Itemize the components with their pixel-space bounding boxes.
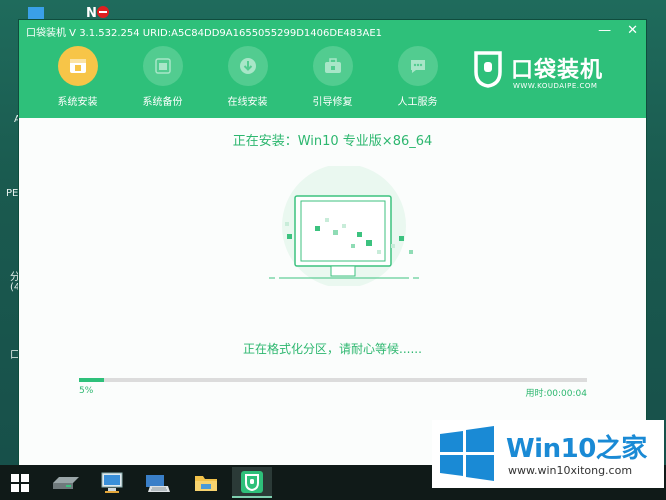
online-install-icon xyxy=(227,46,268,86)
window-controls: — ✕ xyxy=(598,23,638,38)
nav-label: 在线安装 xyxy=(227,97,268,108)
window-title: 口袋装机 V 3.1.532.254 URID:A5C84DD9A1655055… xyxy=(26,28,383,39)
progress-percent: 5% xyxy=(79,386,94,396)
folder-icon xyxy=(195,475,217,491)
brand-logo-area: 口袋装机 WWW.KOUDAIPE.COM xyxy=(473,50,633,100)
brand-name: 口袋装机 xyxy=(511,58,604,83)
nav-label: 人工服务 xyxy=(397,97,438,108)
support-chat-icon xyxy=(397,46,438,86)
system-install-icon xyxy=(57,46,98,86)
install-progress-panel: 正在安装：Win10 专业版×86_64 正在格式化分区，请耐心等候...... xyxy=(19,118,646,465)
minimize-button[interactable]: — xyxy=(598,23,611,38)
koudai-logo-icon xyxy=(474,51,502,88)
nav-label: 引导修复 xyxy=(312,97,353,108)
svg-text:N: N xyxy=(86,6,97,20)
watermark-url: www.win10xitong.com xyxy=(508,464,633,477)
nav-label: 系统备份 xyxy=(142,97,183,108)
drive-icon xyxy=(53,476,79,489)
taskbar-koudai-app[interactable] xyxy=(232,467,272,498)
koudai-installer-window: 口袋装机 V 3.1.532.254 URID:A5C84DD9A1655055… xyxy=(19,20,646,465)
computer-icon xyxy=(101,472,123,493)
nav-item-system-backup[interactable]: 系统备份 xyxy=(120,46,205,108)
taskbar-folder[interactable] xyxy=(186,467,226,498)
taskbar-keyboard[interactable] xyxy=(138,467,178,498)
install-progress-fill xyxy=(79,378,105,382)
keyboard-icon xyxy=(146,474,170,492)
nav-item-online-install[interactable]: 在线安装 xyxy=(205,46,290,108)
windows-logo-icon xyxy=(440,426,494,481)
main-nav: 系统安装 系统备份 在线安装 引导修复 人工服务 xyxy=(35,46,460,108)
taskbar-computer[interactable] xyxy=(92,467,132,498)
no-entry-icon[interactable]: N xyxy=(86,4,112,20)
recycle-bin-icon[interactable] xyxy=(26,5,48,21)
format-status-text: 正在格式化分区，请耐心等候...... xyxy=(243,342,422,356)
win10-home-watermark: Win10之家 www.win10xitong.com xyxy=(432,420,664,488)
nav-label: 系统安装 xyxy=(57,97,98,108)
installing-os-label: 正在安装：Win10 专业版×86_64 xyxy=(232,134,433,149)
title-bar[interactable]: 口袋装机 V 3.1.532.254 URID:A5C84DD9A1655055… xyxy=(19,20,646,118)
monitor-install-illustration xyxy=(269,166,419,286)
install-progress-bar xyxy=(79,378,587,382)
nav-item-system-install[interactable]: 系统安装 xyxy=(35,46,120,108)
taskbar-drive[interactable] xyxy=(46,467,86,498)
start-button[interactable] xyxy=(0,467,40,498)
close-button[interactable]: ✕ xyxy=(627,23,638,38)
brand-url: WWW.KOUDAIPE.COM xyxy=(513,82,598,90)
nav-item-support[interactable]: 人工服务 xyxy=(375,46,460,108)
nav-item-boot-repair[interactable]: 引导修复 xyxy=(290,46,375,108)
koudai-app-icon xyxy=(241,470,263,493)
boot-repair-icon xyxy=(312,46,353,86)
elapsed-time: 用时:00:00:04 xyxy=(525,389,587,399)
desktop-label-pe[interactable]: PE xyxy=(6,188,18,199)
watermark-title: Win10之家 xyxy=(506,434,647,464)
start-icon xyxy=(11,473,29,492)
system-backup-icon xyxy=(142,46,183,86)
